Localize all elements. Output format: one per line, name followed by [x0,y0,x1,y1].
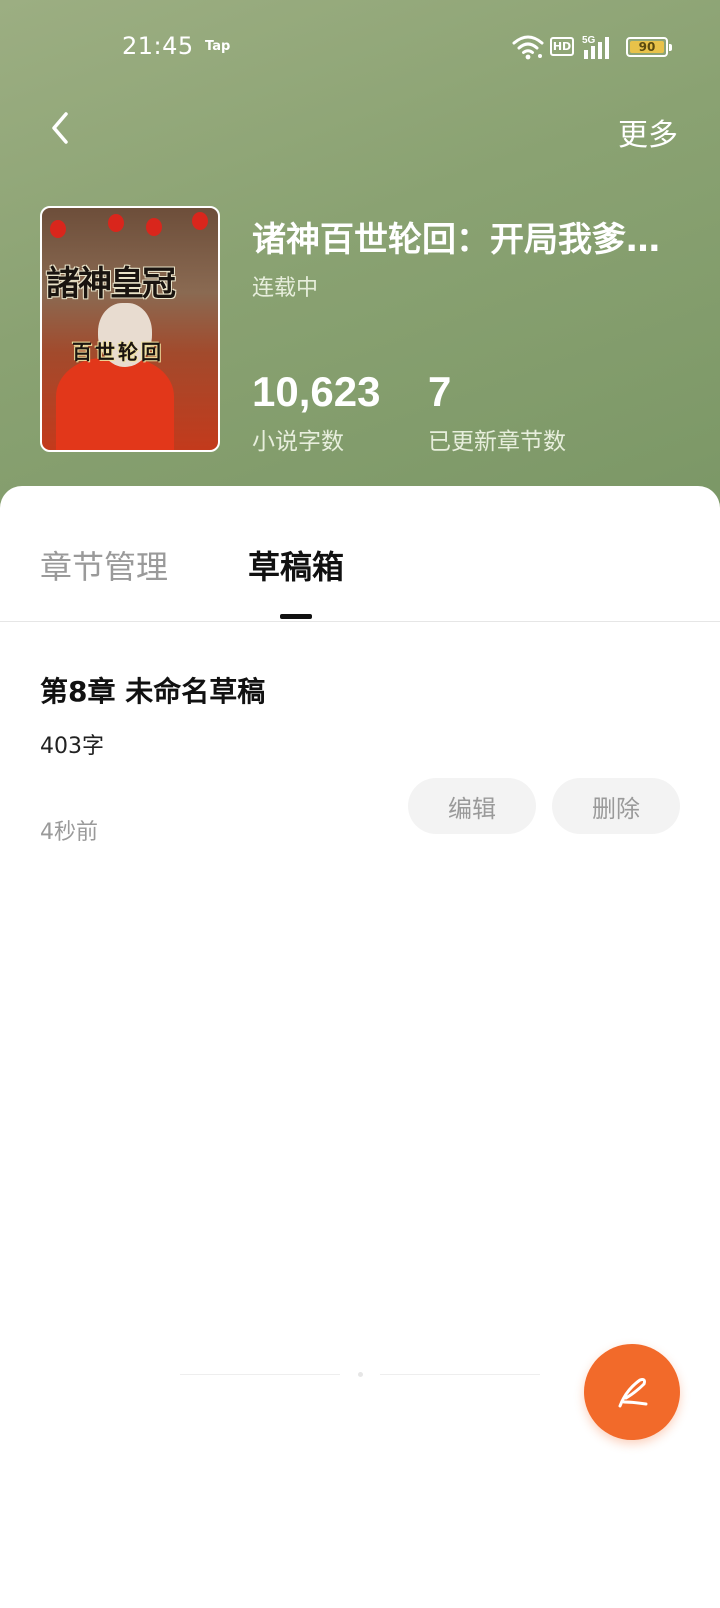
word-count-value: 10,623 [252,368,381,415]
carrier-badge: Tap [205,39,231,54]
more-button[interactable]: 更多 [618,110,678,154]
network-badge: 5G [582,35,596,46]
tab-chapter-management[interactable]: 章节管理 [40,542,168,588]
book-cover[interactable]: 諸神皇冠 百世轮回 [40,206,220,452]
write-button[interactable] [584,1344,680,1440]
list-end-dot [358,1372,363,1377]
edit-button[interactable]: 编辑 [408,778,536,834]
status-bar: 21:45 Tap HD 5G 90 [0,0,720,96]
tab-drafts[interactable]: 草稿箱 [248,542,344,588]
content-sheet: 章节管理 草稿箱 第8章 未命名草稿 403字 4秒前 编辑 删除 [0,486,720,1608]
chapter-count-value: 7 [428,368,452,415]
tab-bar: 章节管理 草稿箱 [0,486,720,622]
battery-icon: 90 [626,37,672,57]
word-count-label: 小说字数 [252,429,344,455]
book-status: 连载中 [252,276,319,301]
battery-level: 90 [630,41,664,53]
chevron-left-icon[interactable] [44,108,80,148]
cover-title: 諸神皇冠 [46,264,176,304]
signal-5g-icon: 5G [582,35,609,59]
cover-subtitle: 百世轮回 [72,340,164,364]
quill-pen-icon [618,1378,648,1408]
draft-title: 第8章 未命名草稿 [40,675,266,708]
hd-icon: HD [550,37,574,56]
list-end-divider [180,1374,340,1375]
wifi-icon [512,35,544,60]
list-item[interactable]: 第8章 未命名草稿 403字 4秒前 编辑 删除 [0,622,720,872]
delete-button[interactable]: 删除 [552,778,680,834]
book-title: 诸神百世轮回：开局我爹… [252,220,660,260]
book-header: 21:45 Tap HD 5G 90 更多 諸神皇冠 百世轮回 诸神百世轮回：开… [0,0,720,520]
draft-updated-time: 4秒前 [40,820,98,845]
active-tab-indicator [280,614,312,619]
status-time: 21:45 [122,32,194,60]
chapter-count-label: 已更新章节数 [428,429,566,455]
draft-word-count: 403字 [40,734,104,759]
list-end-divider [380,1374,540,1375]
